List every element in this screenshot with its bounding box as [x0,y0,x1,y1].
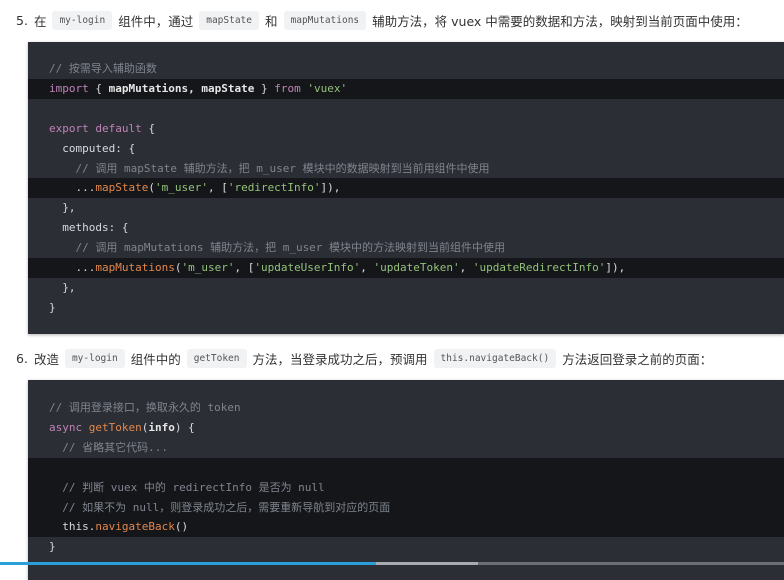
code-token: }, [49,280,76,294]
code-token: 'updateUserInfo' [254,261,361,274]
code-token: () [174,520,189,534]
code-line: this.navigateBack() [28,517,784,538]
code-token: ... [49,261,96,274]
code-token: methods [49,221,109,235]
code-block-1: // 按需导入辅助函数 import { mapMutations, mapSta… [28,42,784,334]
step-number: 6. [16,351,28,366]
code-token: }, [49,201,76,215]
text: 辅助方法，将 vuex 中需要的数据和方法，映射到当前页面中使用： [372,14,748,29]
inline-code: getToken [186,349,247,368]
code-token: navigateBack [95,520,175,534]
code-token: ( [148,181,155,195]
code-line: // 调用登录接口，换取永久的 token [28,398,784,418]
text: 组件中的 [130,352,181,367]
code-token: 'updateRedirectInfo' [472,261,606,274]
inline-code: mapMutations [283,11,367,30]
code-token: getToken [88,420,142,434]
code-line: // 省略其它代码... [28,438,784,458]
code-token: 'm_user' [154,181,208,195]
inline-code: my-login [52,11,113,30]
code-line: // 调用 mapMutations 辅助方法，把 m_user 模块中的方法映… [28,238,784,258]
code-line: // 判断 vuex 中的 redirectInfo 是否为 null [28,477,784,498]
code-token: // 调用登录接口，换取永久的 token [49,401,241,414]
code-token: : { [115,141,136,155]
played-bar [0,562,377,565]
code-line: } [28,537,784,557]
code-token: // 省略其它代码... [49,440,168,454]
text: 方法返回登录之前的页面： [562,352,713,367]
code-token: computed [49,141,116,155]
code-token: // 如果不为 null，则登录成功之后，需要重新导航到对应的页面 [49,500,391,514]
code-token: from [274,81,301,95]
code-token: } [49,540,56,554]
code-token: { [88,81,109,95]
video-progress-bar[interactable] [0,562,784,565]
code-token: 'redirectInfo' [227,181,321,195]
step-6-text: 6. 改造 my-login 组件中的 getToken 方法，当登录成功之后，… [16,349,712,368]
code-token: // 按需导入辅助函数 [49,62,157,75]
inline-code: mapState [199,11,259,30]
text: 改造 [33,352,59,367]
code-block-2: // 调用登录接口，换取永久的 token async getToken(info… [28,380,784,580]
code-token: } [49,300,56,314]
step-5-text: 5. 在 my-login 组件中，通过 mapState 和 mapMutat… [16,11,748,30]
code-line: export default { [28,119,784,139]
code-token: ]), [320,181,341,195]
code-token: mapState [95,181,149,195]
text: 方法，当登录成功之后，预调用 [252,352,428,367]
code-token: export default [49,121,142,135]
code-line: }, [28,278,784,298]
code-line: import { mapMutations, mapState } from '… [28,78,784,99]
code-token: this [49,520,89,534]
code-token: , [ [207,181,228,195]
code-token: async [49,420,83,434]
code-token: 'updateToken' [373,261,460,274]
code-token: import [49,81,89,95]
code-token: , [ [234,261,255,274]
code-token: 'm_user' [181,261,235,274]
code-token: info [148,420,175,434]
code-line: ...mapState('m_user', ['redirectInfo']), [28,178,784,199]
text: 在 [33,14,47,29]
code-token: ... [49,181,96,195]
code-token: ) { [174,420,195,434]
code-token: // 调用 mapMutations 辅助方法，把 m_user 模块中的方法映… [49,241,506,255]
code-token: , [360,261,374,274]
code-token: : { [108,221,129,235]
code-token: // 判断 vuex 中的 redirectInfo 是否为 null [49,480,325,494]
code-line: // 按需导入辅助函数 [28,59,784,79]
code-token: 'vuex' [307,81,348,95]
code-line: }, [28,198,784,218]
code-line: computed: { [28,139,784,159]
inline-code: my-login [64,349,125,368]
code-line: } [28,298,784,318]
text: 和 [265,14,278,29]
code-line: ...mapMutations('m_user', ['updateUserIn… [28,258,784,278]
code-line: methods: { [28,218,784,238]
inline-code: this.navigateBack() [433,349,557,368]
text: 组件中，通过 [118,14,194,29]
code-token: , [459,261,473,274]
code-token: } [254,81,275,95]
code-token: ]), [605,261,626,274]
code-token: mapMutations [95,261,175,274]
code-line: // 如果不为 null，则登录成功之后，需要重新导航到对应的页面 [28,497,784,518]
code-line: async getToken(info) { [28,418,784,438]
step-number: 5. [16,13,28,28]
code-token: // 调用 mapState 辅助方法，把 m_user 模块中的数据映射到当前… [49,161,490,175]
code-line [28,457,784,478]
code-token: mapMutations, mapState [108,81,255,95]
code-line: // 调用 mapState 辅助方法，把 m_user 模块中的数据映射到当前… [28,159,784,179]
code-token: { [141,121,155,135]
